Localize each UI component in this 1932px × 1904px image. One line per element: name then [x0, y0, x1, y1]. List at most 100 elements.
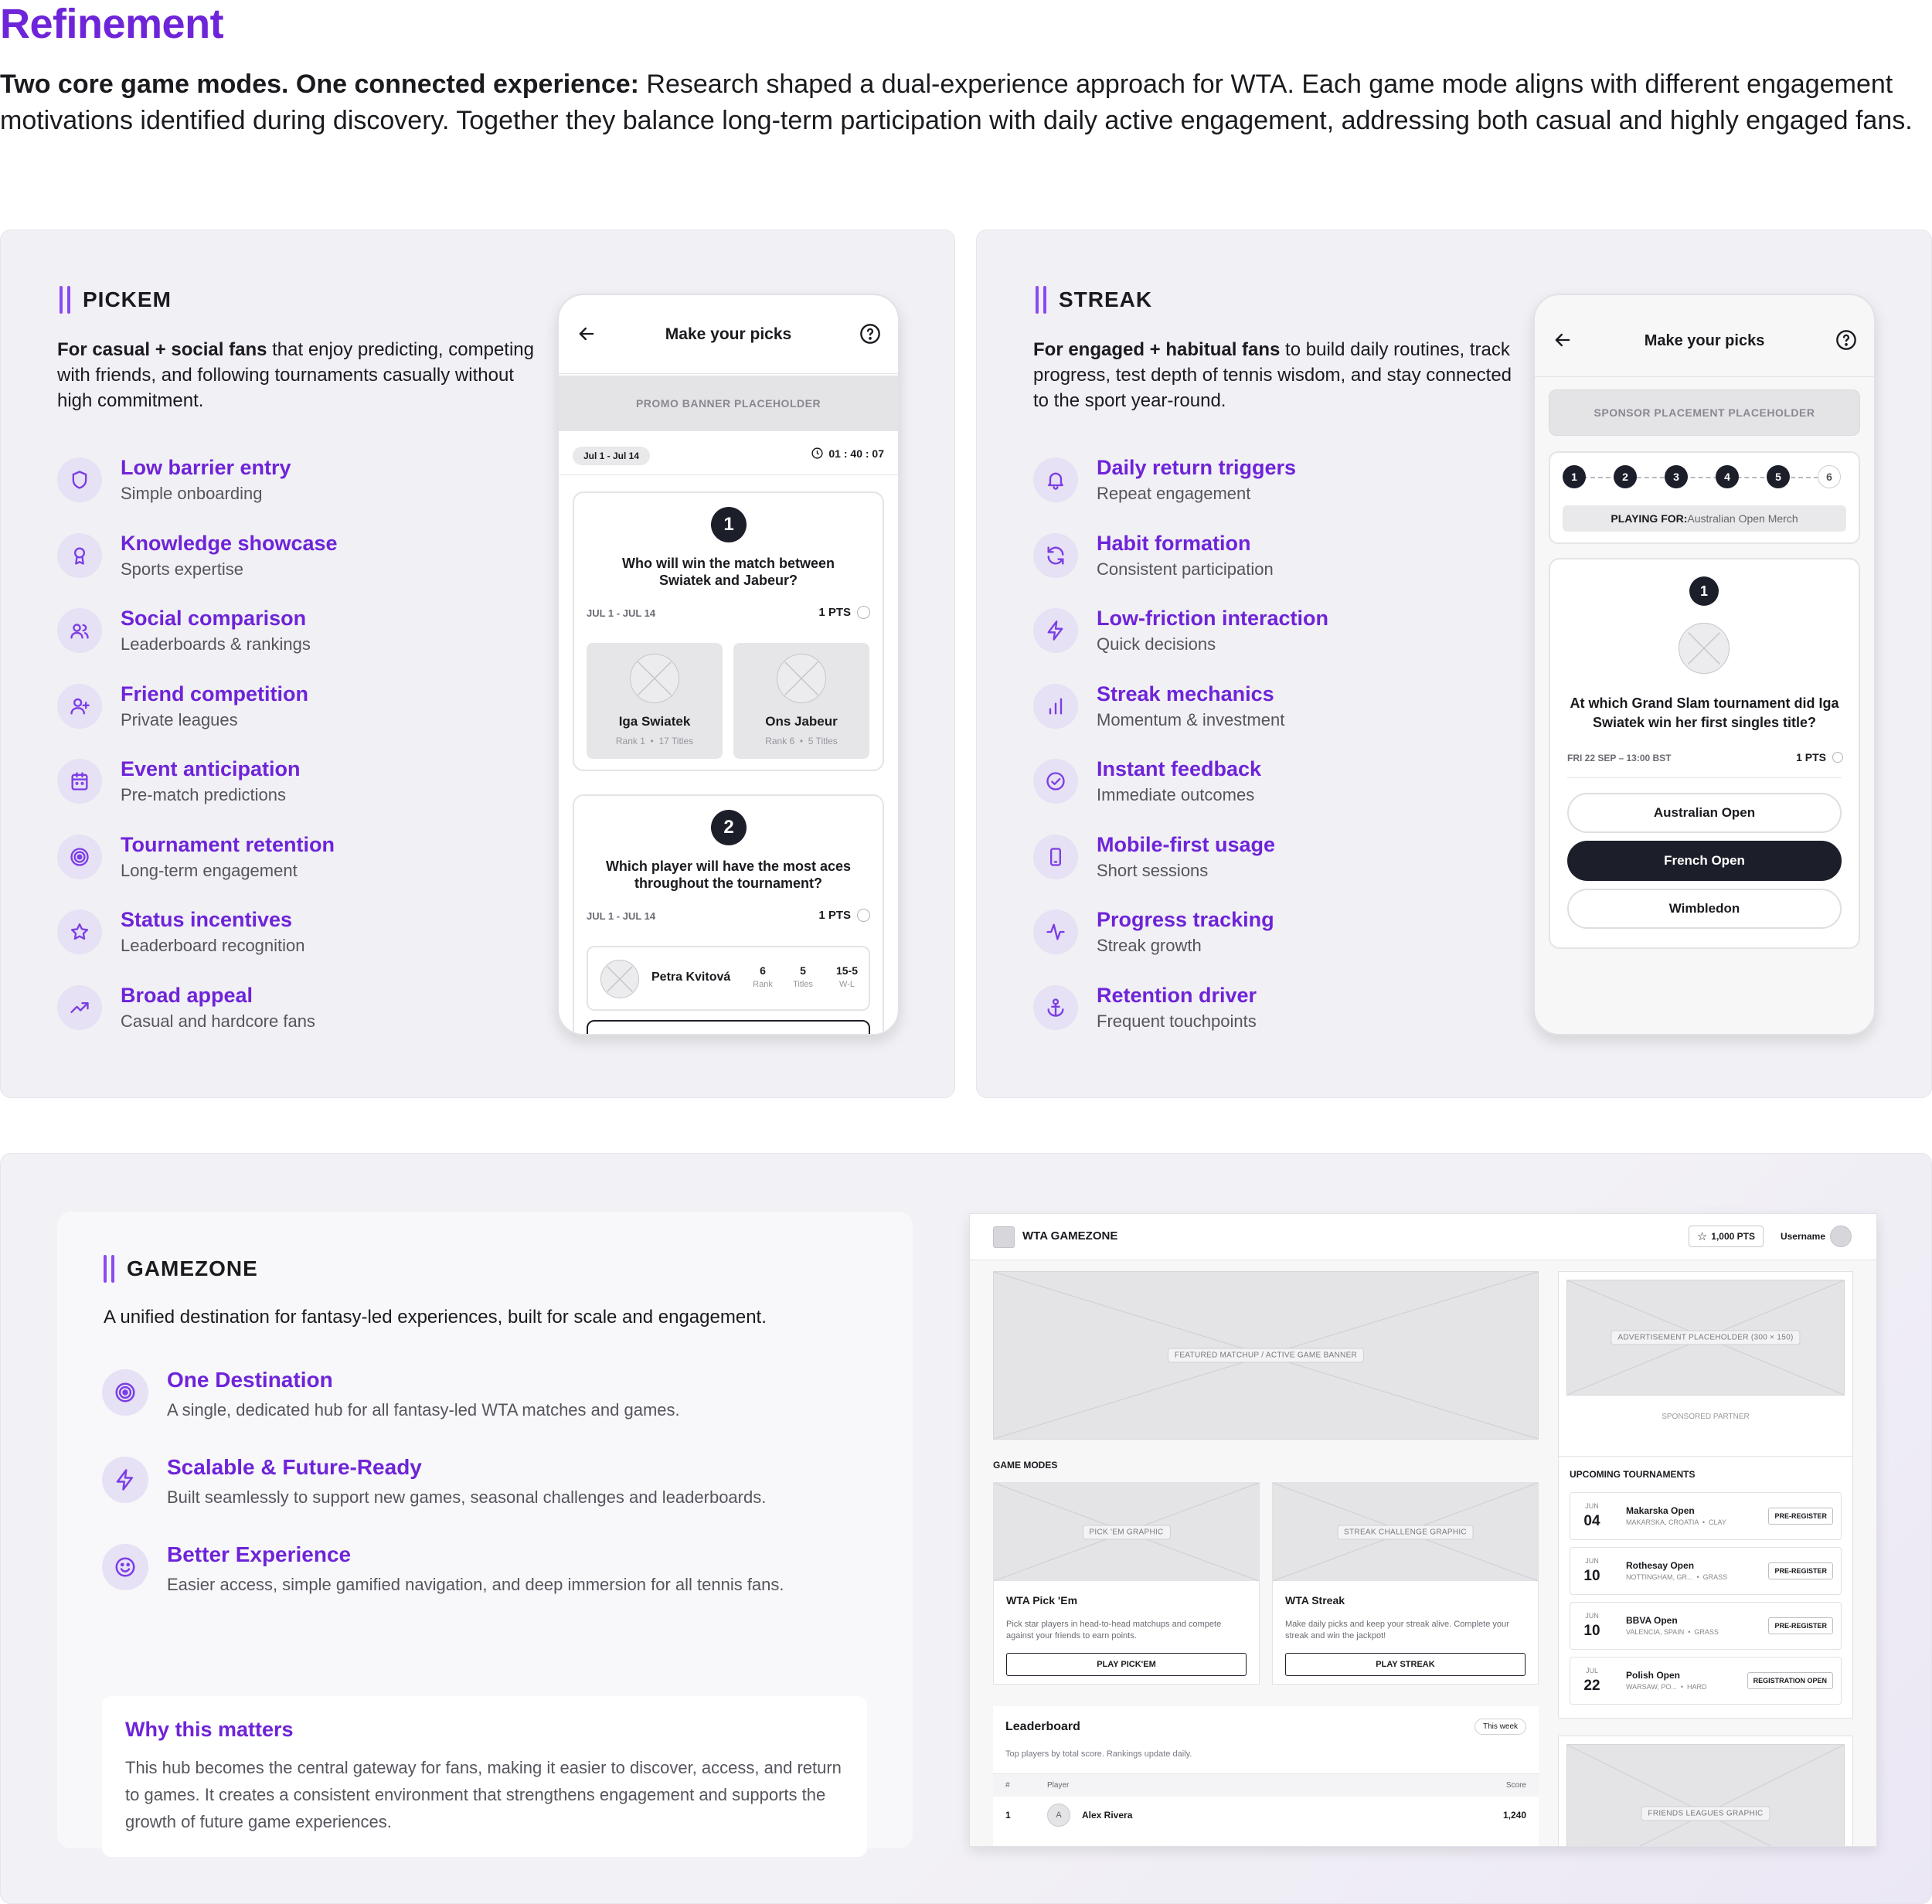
- streak-phone-mockup: Make your picks SPONSOR PLACEMENT PLACEH…: [1533, 294, 1876, 1035]
- player-option-swiatek[interactable]: Iga Swiatek Rank 1 • 17 Titles: [587, 643, 723, 759]
- player-avatar-placeholder: [600, 960, 639, 998]
- answer-option[interactable]: Australian Open: [1567, 793, 1842, 833]
- feature-subtitle: Simple onboarding: [121, 484, 263, 503]
- gamezone-desktop-mockup: WTA GAMEZONE ☆ 1,000 PTS Username FEATURE…: [969, 1213, 1877, 1847]
- tournament-row[interactable]: JUN 04 Makarska Open MAKARSKA, CROATIA • CL…: [1570, 1492, 1842, 1540]
- feature-subtitle: Private leagues: [121, 709, 238, 729]
- gamezone-header: GAMEZONE: [104, 1255, 258, 1283]
- upcoming-tournaments-title: UPCOMING TOURNAMENTS: [1570, 1469, 1696, 1480]
- feature-title: Tournament retention: [121, 832, 335, 856]
- streak-question-card: 1 At which Grand Slam tournament did Iga…: [1549, 558, 1860, 949]
- username[interactable]: Username: [1781, 1231, 1825, 1242]
- feature-subtitle: Long-term engagement: [121, 860, 298, 880]
- leaderboard-filter[interactable]: This week: [1474, 1719, 1526, 1735]
- player-option-jabeur[interactable]: Ons Jabeur Rank 6 • 5 Titles: [733, 643, 869, 759]
- gamezone-feature-item: Scalable & Future-Ready Built seamlessly …: [102, 1454, 766, 1511]
- pickem-panel: PICKEM For casual + social fans that enj…: [0, 230, 955, 1098]
- tournament-row[interactable]: JUL 22 Polish Open WARSAW, PO... • HARD REGI…: [1570, 1657, 1842, 1705]
- ad-placeholder[interactable]: ADVERTISEMENT PLACEHOLDER (300 × 150): [1566, 1280, 1845, 1396]
- feature-subtitle: Short sessions: [1097, 860, 1209, 880]
- game-mode-graphic[interactable]: STREAK CHALLENGE GRAPHIC: [1273, 1483, 1538, 1581]
- refresh-icon: [1033, 532, 1078, 578]
- game-mode-graphic[interactable]: PICK 'EM GRAPHIC: [994, 1483, 1259, 1581]
- intro-bold: Two core game modes. One connected exper…: [0, 70, 639, 99]
- register-button[interactable]: PRE-REGISTER: [1768, 1508, 1833, 1525]
- feature-subtitle: Streak growth: [1097, 936, 1202, 955]
- date-range-chip: Jul 1 - Jul 14: [573, 447, 651, 465]
- play-button[interactable]: PLAY STREAK: [1285, 1653, 1526, 1676]
- section-accent-bars: [104, 1255, 114, 1283]
- feature-title: Retention driver: [1097, 983, 1257, 1007]
- points-badge[interactable]: ☆ 1,000 PTS: [1688, 1226, 1764, 1247]
- tournament-month: JUN: [1585, 1502, 1599, 1510]
- answer-radio[interactable]: [1832, 752, 1843, 763]
- answer-radio[interactable]: [857, 909, 870, 922]
- tournament-name: Rothesay Open: [1626, 1560, 1695, 1571]
- feature-item: Streak mechanics Momentum & investment: [1033, 681, 1328, 756]
- section-accent-bars: [1036, 286, 1046, 314]
- streak-panel: STREAK For engaged + habitual fans to bu…: [976, 230, 1932, 1098]
- feature-item: Broad appeal Casual and hardcore fans: [57, 982, 338, 1058]
- sponsor-placement-placeholder: SPONSOR PLACEMENT PLACEHOLDER: [1549, 389, 1860, 436]
- tournament-row[interactable]: JUN 10 Rothesay Open NOTTINGHAM, GR... • GR…: [1570, 1547, 1842, 1595]
- feature-title: Streak mechanics: [1097, 682, 1274, 706]
- feature-item: Low barrier entry Simple onboarding: [57, 454, 338, 530]
- back-arrow-icon[interactable]: [1552, 329, 1573, 355]
- help-icon[interactable]: [1835, 329, 1857, 355]
- player-stat-row[interactable]: Petra Kvitová 6 Rank 5 Titles 15-5 W-L: [587, 946, 870, 1011]
- star-icon: [57, 910, 102, 954]
- streak-title: STREAK: [1059, 287, 1153, 311]
- register-button[interactable]: PRE-REGISTER: [1768, 1562, 1833, 1579]
- phone-top-bar: Make your picks: [559, 295, 898, 374]
- game-mode-title: WTA Pick 'Em: [1006, 1594, 1078, 1606]
- feature-title: One Destination: [167, 1368, 333, 1392]
- register-button[interactable]: PRE-REGISTER: [1768, 1617, 1833, 1634]
- gamezone-feature-item: Better Experience Easier access, simple g…: [102, 1541, 784, 1598]
- feature-title: Friend competition: [121, 682, 308, 706]
- feature-title: Scalable & Future-Ready: [167, 1455, 422, 1479]
- anchor-icon: [1033, 984, 1078, 1030]
- feature-title: Event anticipation: [121, 757, 301, 780]
- register-button[interactable]: REGISTRATION OPEN: [1747, 1672, 1833, 1689]
- question-card-2: 2 Which player will have the most aces t…: [573, 794, 884, 1034]
- phone-title: Make your picks: [1644, 332, 1765, 349]
- feature-item: Retention driver Frequent touchpoints: [1033, 982, 1328, 1058]
- bolt-icon: [1033, 608, 1078, 653]
- stat-rank: 6 Rank: [753, 964, 773, 989]
- feature-subtitle: Easier access, simple gamified navigatio…: [167, 1575, 784, 1594]
- leaderboard-card: Leaderboard This week Top players by tot…: [993, 1706, 1539, 1846]
- answer-option[interactable]: Wimbledon: [1567, 889, 1842, 929]
- tournament-name: Polish Open: [1626, 1670, 1681, 1681]
- tournament-location: NOTTINGHAM, GR... • GRASS: [1626, 1573, 1728, 1581]
- back-arrow-icon[interactable]: [576, 323, 597, 348]
- table-row[interactable]: 1 A Alex Rivera 1,240: [993, 1797, 1539, 1833]
- feature-subtitle: Momentum & investment: [1097, 709, 1285, 729]
- tournament-day: 04: [1583, 1513, 1600, 1529]
- game-mode-title: WTA Streak: [1285, 1594, 1345, 1606]
- streak-step: 4: [1716, 465, 1739, 488]
- play-button[interactable]: PLAY PICK'EM: [1006, 1653, 1247, 1676]
- help-icon[interactable]: [859, 323, 881, 348]
- featured-banner-placeholder[interactable]: FEATURED MATCHUP / ACTIVE GAME BANNER: [993, 1271, 1539, 1440]
- question-date: JUL 1 - JUL 14: [587, 910, 656, 922]
- feature-title: Status incentives: [121, 908, 293, 931]
- intro-paragraph: Two core game modes. One connected exper…: [0, 66, 1924, 139]
- why-title: Why this matters: [125, 1718, 294, 1741]
- question-text: Who will win the match between Swiatek a…: [621, 556, 835, 588]
- player-avatar-placeholder: [777, 654, 826, 703]
- avatar[interactable]: [1830, 1226, 1852, 1247]
- answer-radio[interactable]: [857, 606, 870, 619]
- question-text: At which Grand Slam tournament did Iga S…: [1570, 695, 1839, 730]
- tournament-row[interactable]: JUN 10 BBVA Open VALENCIA, SPAIN • GRASS PRE…: [1570, 1602, 1842, 1650]
- feature-title: Knowledge showcase: [121, 531, 338, 555]
- streak-step: 6: [1818, 465, 1841, 488]
- feature-subtitle: Leaderboards & rankings: [121, 634, 311, 654]
- game-modes-title: GAME MODES: [993, 1460, 1058, 1470]
- answer-option-selected[interactable]: French Open: [1567, 841, 1842, 881]
- shield-icon: [57, 457, 102, 502]
- promo-banner-placeholder: PROMO BANNER PLACEHOLDER: [559, 376, 898, 431]
- tournament-month: JUN: [1585, 1557, 1599, 1565]
- player-stat-row-selected[interactable]: [587, 1020, 870, 1034]
- friends-leagues-placeholder[interactable]: FRIENDS LEAGUES GRAPHIC: [1566, 1744, 1845, 1846]
- stat-win-loss: 15-5 W-L: [835, 964, 859, 989]
